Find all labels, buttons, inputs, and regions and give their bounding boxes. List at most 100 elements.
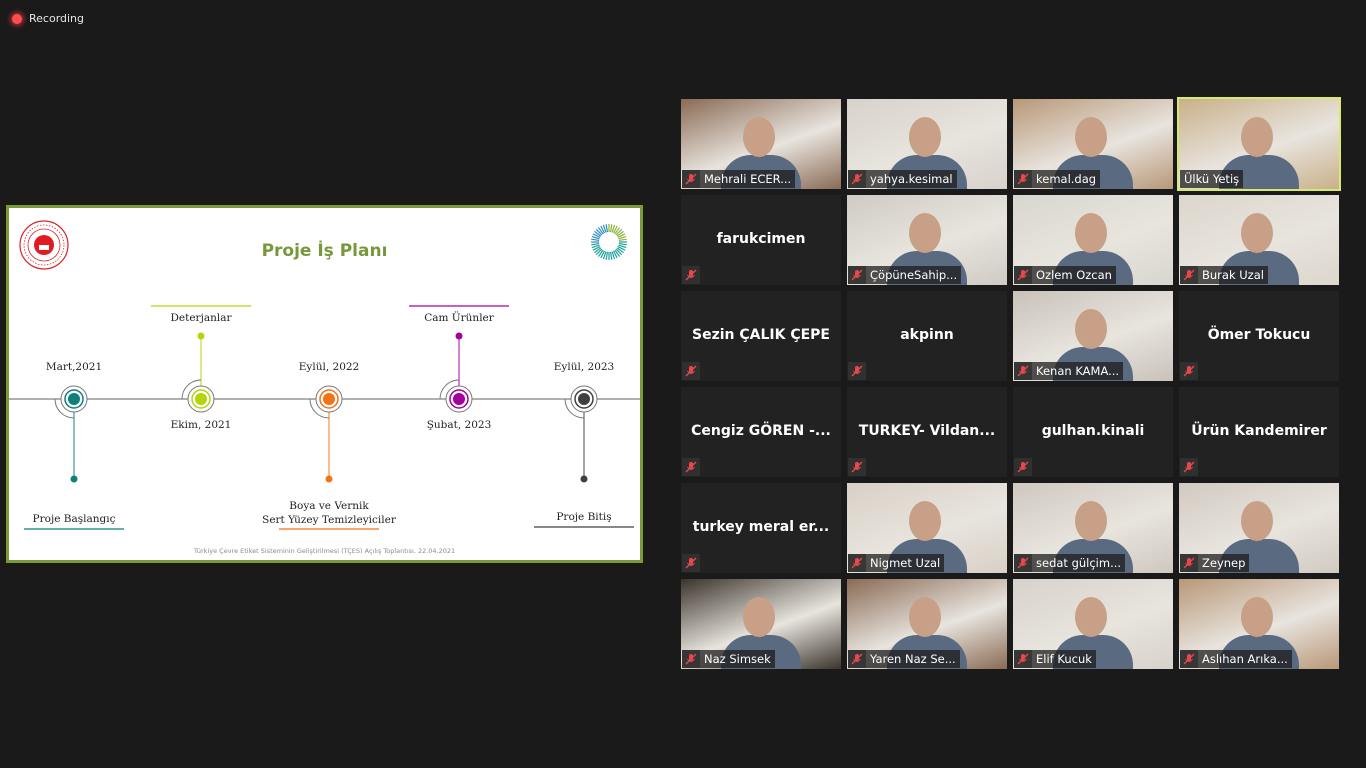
participant-name: Ozlem Ozcan (1036, 268, 1112, 282)
participant-silhouette (1075, 213, 1107, 253)
participant-tile[interactable]: turkey meral er... (681, 483, 841, 573)
participant-name: yahya.kesimal (870, 172, 953, 186)
participant-silhouette (743, 597, 775, 637)
recording-indicator: Recording (12, 12, 84, 25)
participant-name-bar: Zeynep (1180, 554, 1250, 572)
participant-silhouette (1241, 501, 1273, 541)
muted-mic-icon (1180, 362, 1198, 380)
muted-mic-icon (682, 458, 700, 476)
participant-silhouette (909, 501, 941, 541)
shared-screen-slide: Proje İş Planı Mart,2021 Proje Başlangıç E… (6, 205, 643, 563)
milestone-dot (195, 393, 207, 405)
slide-footer: Türkiye Çevre Etiket Sisteminin Geliştir… (193, 547, 456, 555)
participant-tile[interactable]: Zeynep (1179, 483, 1339, 573)
recording-label: Recording (29, 12, 85, 25)
milestone-date: Şubat, 2023 (426, 419, 492, 431)
participant-name: kemal.dag (1036, 172, 1097, 186)
muted-mic-icon (1014, 170, 1032, 188)
muted-mic-icon (848, 170, 866, 188)
participant-silhouette (1241, 597, 1273, 637)
participant-name-bar: Ozlem Ozcan (1014, 266, 1116, 284)
participant-name-center: Cengiz GÖREN -... (691, 423, 831, 439)
participant-silhouette (909, 213, 941, 253)
participant-name-bar: Naz Simsek (682, 650, 775, 668)
participant-name-bar: Yaren Naz Se... (848, 650, 960, 668)
milestone-event: Deterjanlar (170, 312, 232, 324)
muted-mic-icon (1180, 266, 1198, 284)
muted-mic-icon (1180, 554, 1198, 572)
milestone-end-dot (325, 475, 333, 483)
participant-name-bar: Elif Kucuk (1014, 650, 1096, 668)
participant-tile[interactable]: kemal.dag (1013, 99, 1173, 189)
participant-tile[interactable]: Elif Kucuk (1013, 579, 1173, 669)
participant-name: Elif Kucuk (1036, 652, 1092, 666)
muted-mic-icon (682, 554, 700, 572)
participant-name-bar: kemal.dag (1014, 170, 1101, 188)
participant-tile[interactable]: yahya.kesimal (847, 99, 1007, 189)
participant-silhouette (1241, 213, 1273, 253)
participant-name: Nigmet Uzal (870, 556, 941, 570)
participant-silhouette (1241, 117, 1273, 157)
milestone-event: Proje Bitiş (556, 511, 612, 523)
muted-mic-icon (1014, 266, 1032, 284)
participant-tile[interactable]: Burak Uzal (1179, 195, 1339, 285)
muted-mic-icon (1014, 458, 1032, 476)
muted-mic-icon (1014, 362, 1032, 380)
milestone-end-dot (580, 475, 588, 483)
participant-tile[interactable]: Ozlem Ozcan (1013, 195, 1173, 285)
muted-mic-icon (682, 170, 700, 188)
participant-name-center: turkey meral er... (692, 519, 830, 535)
participant-tile[interactable]: farukcimen (681, 195, 841, 285)
participant-tile[interactable]: Mehrali ECER... (681, 99, 841, 189)
participant-silhouette (1075, 501, 1107, 541)
participant-tile[interactable]: Ömer Tokucu (1179, 291, 1339, 381)
participant-name-bar: sedat gülçim... (1014, 554, 1126, 572)
participant-status-bar (682, 362, 704, 380)
participant-tile[interactable]: Yaren Naz Se... (847, 579, 1007, 669)
participant-status-bar (848, 362, 870, 380)
participant-tile[interactable]: Ürün Kandemirer (1179, 387, 1339, 477)
muted-mic-icon (682, 362, 700, 380)
participant-name: Zeynep (1202, 556, 1246, 570)
participant-tile[interactable]: Sezin ÇALIK ÇEPE (681, 291, 841, 381)
muted-mic-icon (1180, 650, 1198, 668)
participant-tile[interactable]: Kenan KAMA... (1013, 291, 1173, 381)
muted-mic-icon (848, 458, 866, 476)
participant-name-center: farukcimen (716, 231, 806, 247)
milestone-end-dot (197, 332, 205, 340)
participant-silhouette (1075, 309, 1107, 349)
participant-name-center: akpinn (900, 327, 954, 343)
participant-name-bar: Ülkü Yetiş (1180, 170, 1244, 188)
participant-name: sedat gülçim... (1036, 556, 1122, 570)
participant-tile[interactable]: Ülkü Yetiş (1177, 97, 1341, 191)
participant-tile[interactable]: Nigmet Uzal (847, 483, 1007, 573)
muted-mic-icon (1014, 650, 1032, 668)
participant-status-bar (1180, 458, 1202, 476)
muted-mic-icon (848, 650, 866, 668)
participant-tile[interactable]: Aslıhan Arıka... (1179, 579, 1339, 669)
muted-mic-icon (682, 650, 700, 668)
milestone-date: Eylül, 2022 (298, 361, 360, 373)
participant-tile[interactable]: ÇöpüneSahip... (847, 195, 1007, 285)
participant-name-center: gulhan.kinali (1041, 423, 1145, 439)
participant-status-bar (1180, 362, 1202, 380)
muted-mic-icon (848, 266, 866, 284)
participant-tile[interactable]: Naz Simsek (681, 579, 841, 669)
participant-silhouette (743, 117, 775, 157)
participant-name-center: Ömer Tokucu (1207, 327, 1311, 343)
participant-tile[interactable]: Cengiz GÖREN -... (681, 387, 841, 477)
milestone-event: Cam Ürünler (424, 312, 494, 324)
participant-name: Ülkü Yetiş (1184, 172, 1240, 186)
muted-mic-icon (848, 554, 866, 572)
milestone-date: Mart,2021 (45, 361, 103, 373)
participant-tile[interactable]: gulhan.kinali (1013, 387, 1173, 477)
muted-mic-icon (848, 362, 866, 380)
participant-name: Mehrali ECER... (704, 172, 792, 186)
participant-name: Aslıhan Arıka... (1202, 652, 1288, 666)
participant-tile[interactable]: akpinn (847, 291, 1007, 381)
participant-name-bar: Aslıhan Arıka... (1180, 650, 1292, 668)
participant-tile[interactable]: TURKEY- Vildan... (847, 387, 1007, 477)
participant-tile[interactable]: sedat gülçim... (1013, 483, 1173, 573)
milestone-event-line2: Sert Yüzey Temizleyiciler (262, 514, 396, 526)
participant-status-bar (682, 554, 704, 572)
